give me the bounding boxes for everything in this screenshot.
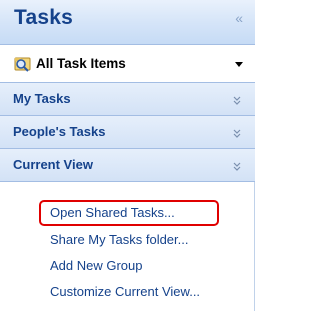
chevron-double-down-icon	[233, 126, 241, 138]
customize-current-view-link[interactable]: Customize Current View...	[50, 284, 200, 299]
section-label: People's Tasks	[13, 124, 106, 139]
collapse-pane-button[interactable]: «	[235, 11, 243, 25]
chevron-double-down-icon	[233, 93, 241, 105]
section-current-view[interactable]: Current View	[0, 149, 255, 182]
view-selector-dropdown[interactable]: All Task Items	[0, 45, 255, 83]
section-label: My Tasks	[13, 91, 71, 106]
tasks-navigation-pane: Tasks « All Task Items My Tasks People's…	[0, 0, 255, 311]
search-folder-icon	[13, 55, 33, 73]
section-my-tasks[interactable]: My Tasks	[0, 83, 255, 116]
section-label: Current View	[13, 157, 93, 172]
open-shared-tasks-link[interactable]: Open Shared Tasks...	[50, 205, 175, 220]
dropdown-arrow-icon	[235, 62, 243, 67]
add-new-group-link[interactable]: Add New Group	[50, 258, 143, 273]
pane-title: Tasks	[14, 6, 73, 29]
section-peoples-tasks[interactable]: People's Tasks	[0, 116, 255, 149]
chevron-double-down-icon	[233, 159, 241, 171]
view-selector-label: All Task Items	[36, 56, 126, 71]
pane-header: Tasks «	[0, 0, 255, 45]
share-my-tasks-folder-link[interactable]: Share My Tasks folder...	[50, 232, 189, 247]
